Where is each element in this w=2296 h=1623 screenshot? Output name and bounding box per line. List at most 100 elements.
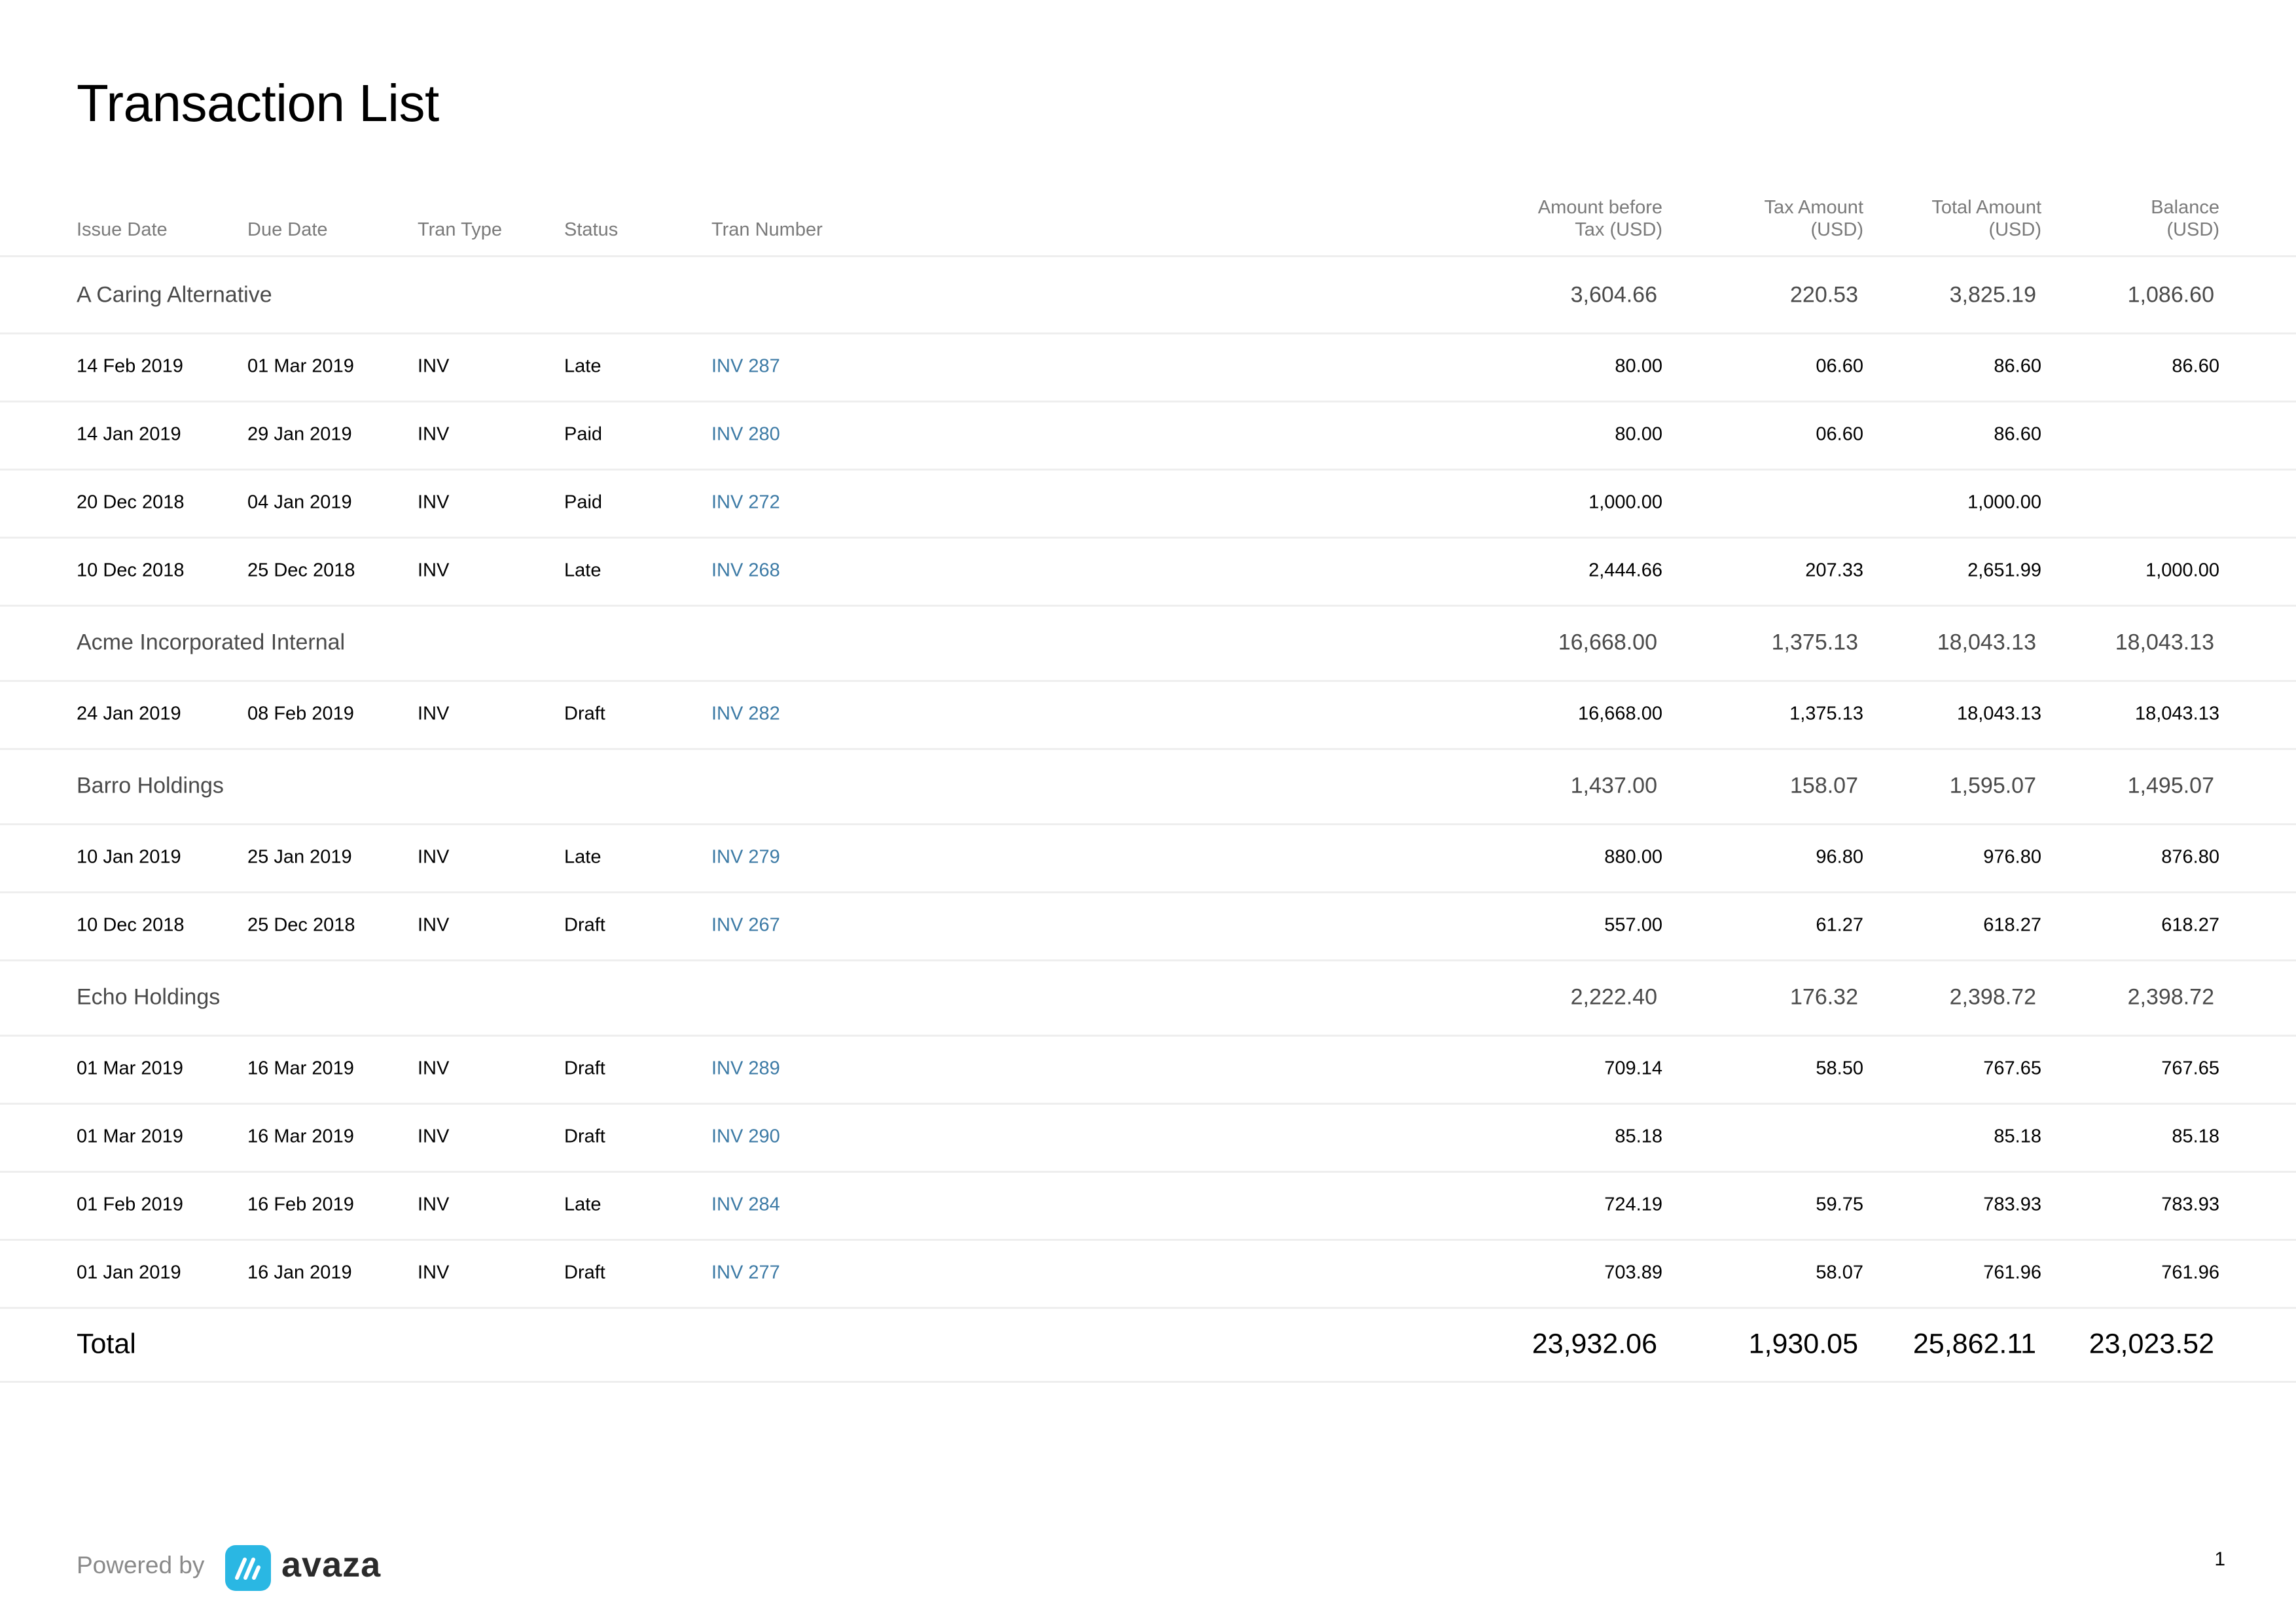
group-tax: 1,375.13 [1771, 630, 1858, 654]
customer-name: Echo Holdings [77, 984, 221, 1009]
total-cell: 976.80 [1983, 846, 2041, 868]
tran-type-cell: INV [418, 1126, 450, 1147]
col-amount-before-tax[interactable]: Amount before Tax (USD) [1538, 196, 1662, 241]
tax-cell: 207.33 [1805, 560, 1863, 581]
tax-cell: 58.07 [1816, 1262, 1863, 1283]
issue-date-cell: 01 Mar 2019 [77, 1058, 183, 1079]
issue-date-cell: 01 Mar 2019 [77, 1126, 183, 1147]
issue-date-cell: 14 Feb 2019 [77, 355, 183, 377]
col-balance[interactable]: Balance (USD) [2151, 196, 2219, 241]
tran-number-link[interactable]: INV 282 [711, 704, 780, 725]
table-row[interactable]: 24 Jan 2019 08 Feb 2019 INV Draft INV 282 16,… [0, 680, 2296, 750]
status-cell: Draft [564, 1262, 605, 1283]
due-date-cell: 29 Jan 2019 [247, 423, 352, 445]
amount-cell: 80.00 [1615, 355, 1662, 377]
tran-number-link[interactable]: INV 280 [711, 424, 780, 446]
tax-cell: 06.60 [1816, 355, 1863, 377]
amount-cell: 80.00 [1615, 423, 1662, 445]
tran-type-cell: INV [418, 423, 450, 445]
tran-number-link[interactable]: INV 267 [711, 915, 780, 936]
tran-number-link[interactable]: INV 272 [711, 492, 780, 514]
tran-type-cell: INV [418, 1194, 450, 1215]
group-tax: 176.32 [1790, 984, 1858, 1009]
total-cell: 86.60 [1994, 355, 2041, 377]
due-date-cell: 16 Mar 2019 [247, 1058, 354, 1079]
brand-name: avaza [281, 1545, 382, 1584]
tran-number-link[interactable]: INV 284 [711, 1194, 780, 1216]
tax-cell: 61.27 [1816, 914, 1863, 936]
col-issue-date[interactable]: Issue Date [77, 219, 168, 241]
amount-cell: 1,000.00 [1588, 491, 1662, 513]
page-number: 1 [2214, 1548, 2225, 1570]
table-row[interactable]: 01 Mar 2019 16 Mar 2019 INV Draft INV 290 85.… [0, 1103, 2296, 1173]
tran-number-link[interactable]: INV 268 [711, 560, 780, 582]
total-cell: 783.93 [1983, 1194, 2041, 1215]
col-tax-amount[interactable]: Tax Amount (USD) [1764, 196, 1863, 241]
issue-date-cell: 10 Dec 2018 [77, 560, 185, 581]
due-date-cell: 16 Mar 2019 [247, 1126, 354, 1147]
group-row: Echo Holdings 2,222.40 176.32 2,398.72 2,398… [0, 959, 2296, 1037]
tax-cell: 58.50 [1816, 1058, 1863, 1079]
status-cell: Draft [564, 1058, 605, 1079]
balance-cell: 18,043.13 [2134, 703, 2219, 724]
tran-type-cell: INV [418, 703, 450, 724]
table-row[interactable]: 01 Mar 2019 16 Mar 2019 INV Draft INV 289 709… [0, 1035, 2296, 1105]
status-cell: Late [564, 560, 601, 581]
group-row: Acme Incorporated Internal 16,668.00 1,375… [0, 605, 2296, 682]
issue-date-cell: 14 Jan 2019 [77, 423, 181, 445]
table-row[interactable]: 10 Jan 2019 25 Jan 2019 INV Late INV 279 880.… [0, 823, 2296, 893]
status-cell: Draft [564, 1126, 605, 1147]
table-row[interactable]: 14 Jan 2019 29 Jan 2019 INV Paid INV 280 80.0… [0, 401, 2296, 471]
status-cell: Paid [564, 423, 603, 445]
group-amount: 3,604.66 [1570, 282, 1657, 307]
due-date-cell: 16 Jan 2019 [247, 1262, 352, 1283]
avaza-logo-icon [225, 1545, 271, 1591]
balance-cell: 618.27 [2161, 914, 2219, 936]
tran-number-link[interactable]: INV 289 [711, 1058, 780, 1080]
group-total: 18,043.13 [1937, 630, 2036, 654]
tran-type-cell: INV [418, 560, 450, 581]
table-row[interactable]: 01 Jan 2019 16 Jan 2019 INV Draft INV 277 703… [0, 1239, 2296, 1309]
powered-by-label: Powered by [77, 1552, 205, 1578]
table-row[interactable]: 10 Dec 2018 25 Dec 2018 INV Late INV 268 2,44… [0, 537, 2296, 607]
total-cell: 1,000.00 [1967, 491, 2041, 513]
tran-number-link[interactable]: INV 279 [711, 847, 780, 868]
col-due-date[interactable]: Due Date [247, 219, 328, 241]
group-balance: 1,495.07 [2127, 773, 2214, 798]
group-balance: 2,398.72 [2127, 984, 2214, 1009]
amount-cell: 2,444.66 [1588, 560, 1662, 581]
tran-type-cell: INV [418, 491, 450, 513]
table-header: Issue Date Due Date Tran Type Status Tra… [0, 196, 2296, 257]
col-tran-number[interactable]: Tran Number [711, 219, 823, 241]
status-cell: Late [564, 355, 601, 377]
total-total: 25,862.11 [1912, 1328, 2036, 1359]
table-row[interactable]: 01 Feb 2019 16 Feb 2019 INV Late INV 284 724.… [0, 1171, 2296, 1241]
balance-cell: 1,000.00 [2145, 560, 2219, 581]
tax-cell: 96.80 [1816, 846, 1863, 868]
total-cell: 86.60 [1994, 423, 2041, 445]
issue-date-cell: 24 Jan 2019 [77, 703, 181, 724]
issue-date-cell: 01 Feb 2019 [77, 1194, 183, 1215]
total-cell: 2,651.99 [1967, 560, 2041, 581]
table-row[interactable]: 20 Dec 2018 04 Jan 2019 INV Paid INV 272 1,00… [0, 469, 2296, 539]
table-row[interactable]: 14 Feb 2019 01 Mar 2019 INV Late INV 287 80.0… [0, 332, 2296, 402]
customer-name: Acme Incorporated Internal [77, 630, 346, 654]
tran-number-link[interactable]: INV 287 [711, 356, 780, 378]
due-date-cell: 04 Jan 2019 [247, 491, 352, 513]
group-total: 2,398.72 [1949, 984, 2036, 1009]
col-status[interactable]: Status [564, 219, 618, 241]
tax-cell: 06.60 [1816, 423, 1863, 445]
tran-number-link[interactable]: INV 290 [711, 1126, 780, 1148]
col-total-amount[interactable]: Total Amount (USD) [1931, 196, 2041, 241]
tran-type-cell: INV [418, 1058, 450, 1079]
amount-cell: 709.14 [1604, 1058, 1662, 1079]
group-total: 3,825.19 [1949, 282, 2036, 307]
total-tax: 1,930.05 [1748, 1328, 1858, 1359]
tran-type-cell: INV [418, 846, 450, 868]
tran-number-link[interactable]: INV 277 [711, 1262, 780, 1284]
table-row[interactable]: 10 Dec 2018 25 Dec 2018 INV Draft INV 267 557… [0, 891, 2296, 961]
total-row: Total 23,932.06 1,930.05 25,862.11 23,023.52 [0, 1307, 2296, 1383]
amount-cell: 16,668.00 [1577, 703, 1662, 724]
col-tran-type[interactable]: Tran Type [418, 219, 502, 241]
total-cell: 85.18 [1994, 1126, 2041, 1147]
